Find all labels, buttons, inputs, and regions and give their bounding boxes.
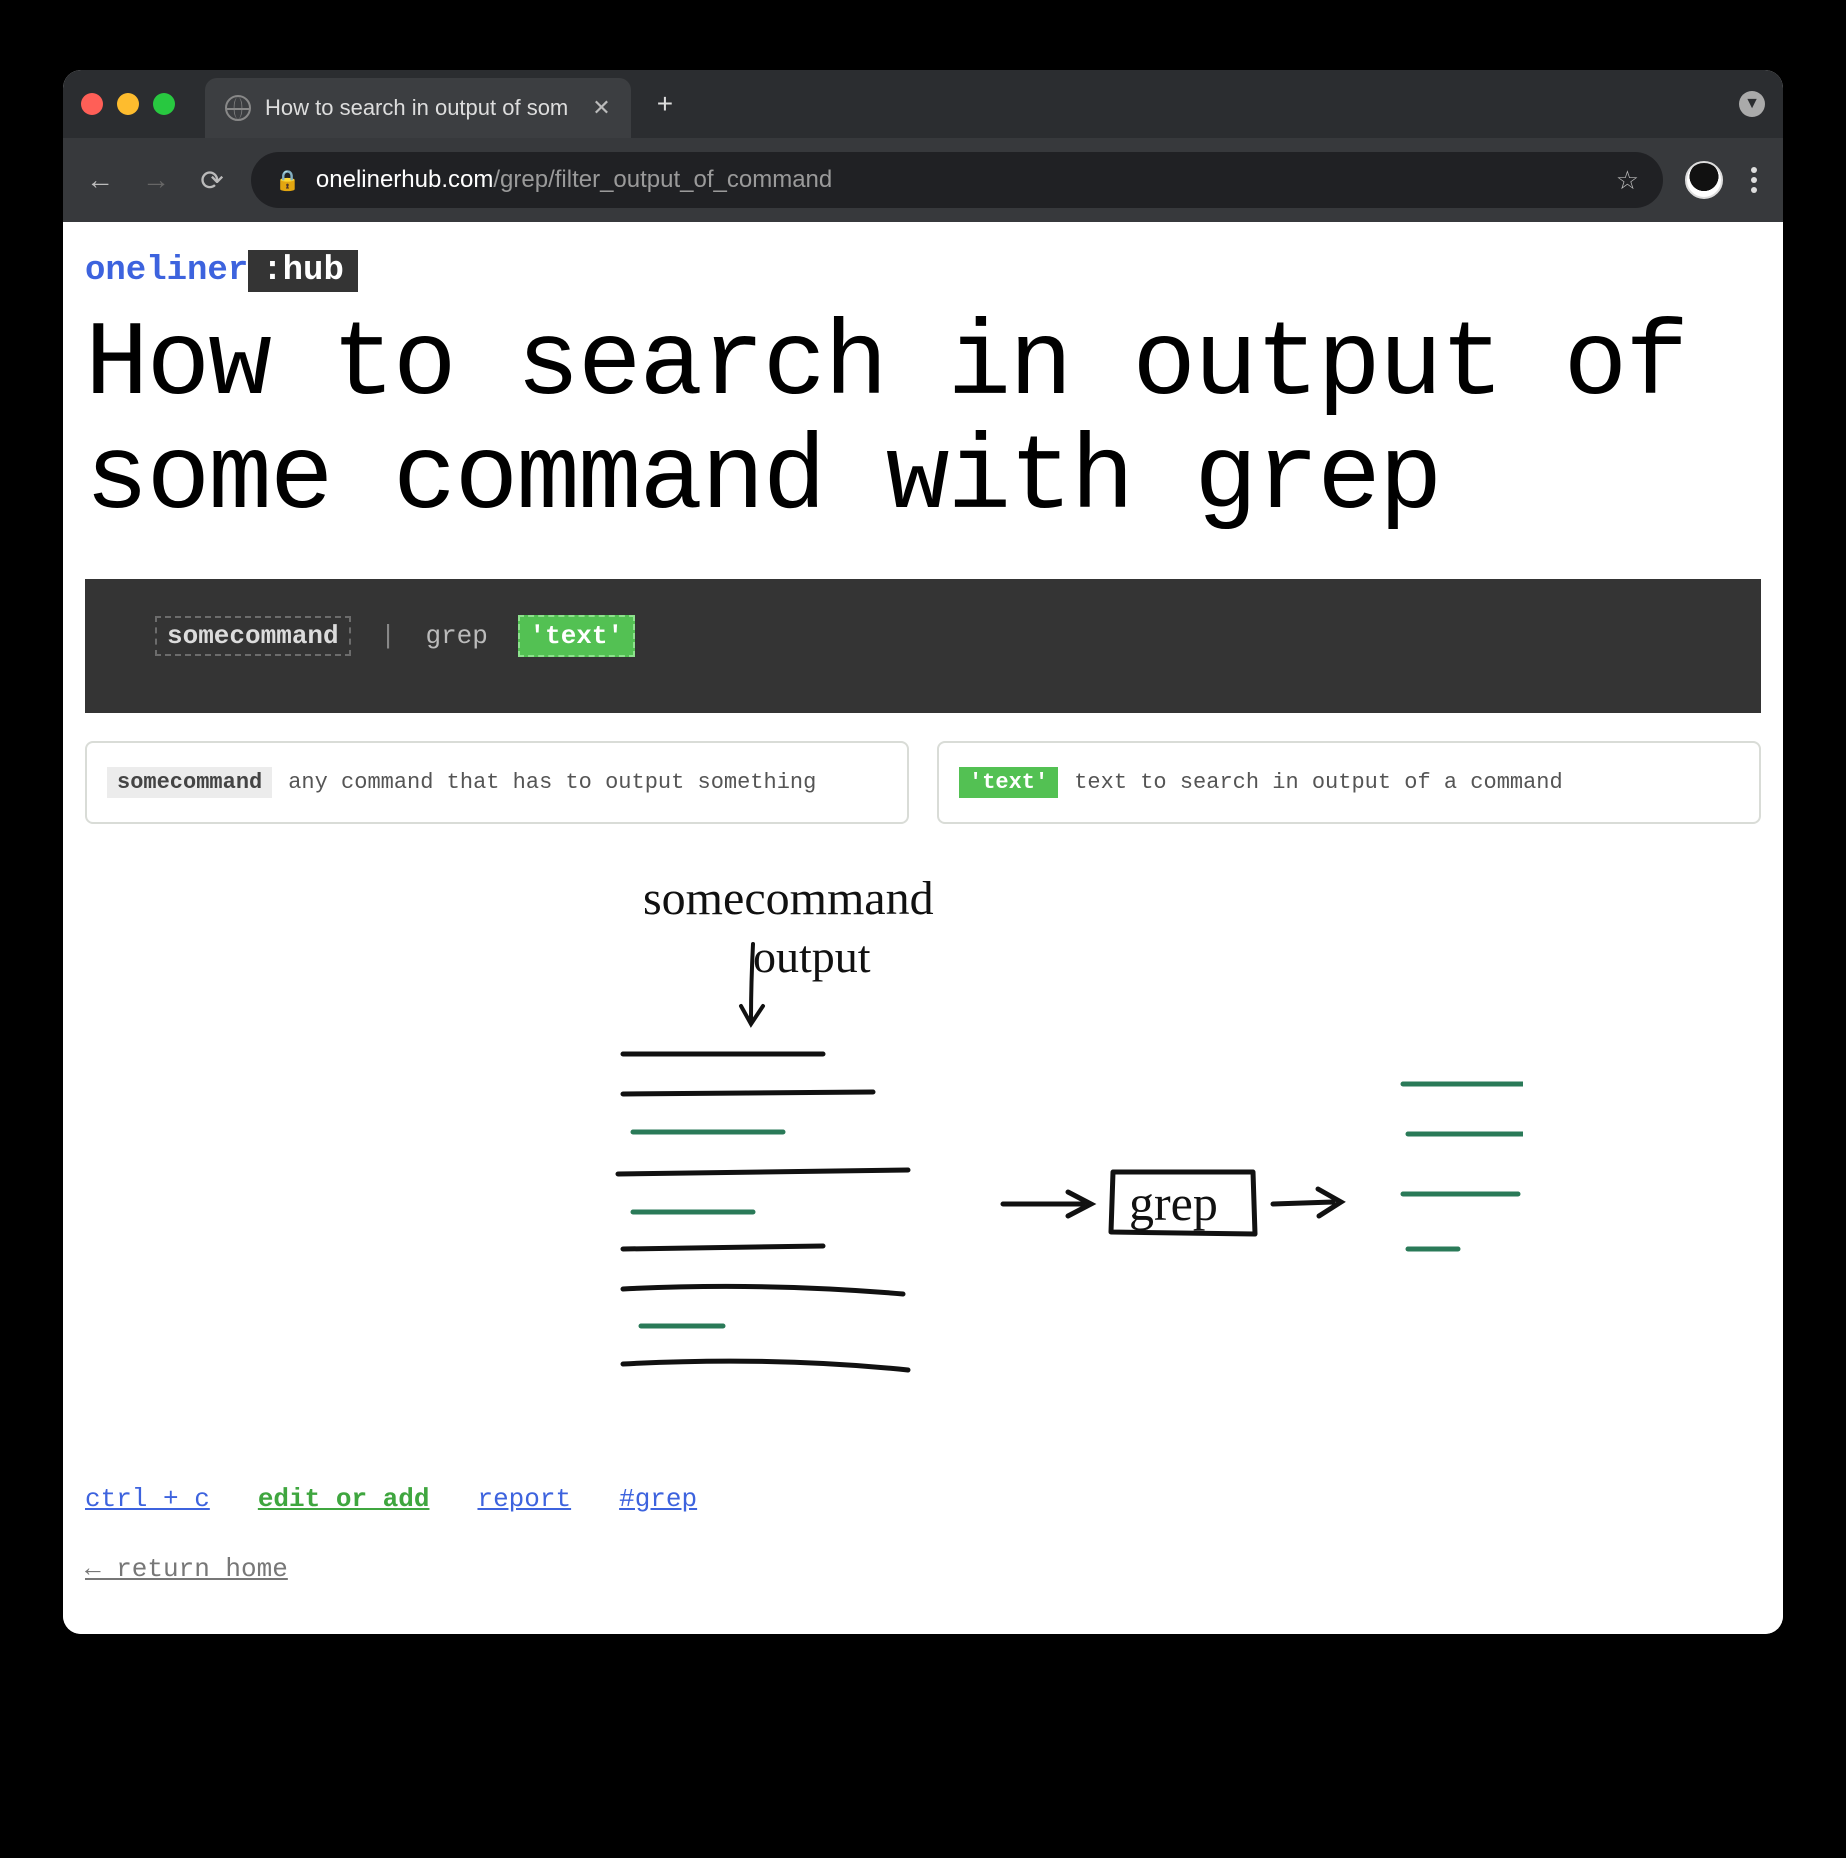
diagram-subtitle-text: output (753, 931, 871, 982)
page-title: How to search in output of some command … (85, 308, 1761, 537)
code-text-token[interactable]: 'text' (518, 615, 636, 657)
globe-icon (225, 95, 251, 121)
bookmark-star-icon[interactable]: ☆ (1616, 165, 1639, 196)
diagram-title-text: somecommand (643, 872, 934, 925)
copy-link[interactable]: ctrl + c (85, 1484, 210, 1514)
explanation-row: somecommand any command that has to outp… (85, 741, 1761, 824)
explanation-desc: text to search in output of a command (1074, 770, 1562, 795)
diagram-grep-text: grep (1129, 1175, 1218, 1231)
minimize-window-button[interactable] (117, 93, 139, 115)
tab-title: How to search in output of som (265, 95, 568, 121)
window-controls (81, 93, 175, 115)
profile-avatar[interactable] (1685, 161, 1723, 199)
address-bar: ← → ⟳ 🔒 onelinerhub.com/grep/filter_outp… (63, 138, 1783, 222)
new-tab-button[interactable]: + (657, 88, 673, 120)
reload-button[interactable]: ⟳ (195, 164, 229, 197)
url-path: /grep/filter_output_of_command (493, 166, 832, 193)
page-content: oneliner:hub How to search in output of … (63, 222, 1783, 1634)
back-button[interactable]: ← (83, 164, 117, 196)
logo-part-one: oneliner (85, 252, 248, 290)
tag-link[interactable]: #grep (619, 1484, 697, 1514)
diagram: somecommand output grep (85, 854, 1761, 1444)
code-block: somecommand | grep 'text' (85, 579, 1761, 713)
maximize-window-button[interactable] (153, 93, 175, 115)
close-window-button[interactable] (81, 93, 103, 115)
browser-tab[interactable]: How to search in output of som ✕ (205, 78, 631, 138)
explanation-chip: 'text' (959, 767, 1058, 798)
browser-menu-button[interactable] (1745, 167, 1763, 193)
lock-icon: 🔒 (275, 168, 300, 193)
browser-window: How to search in output of som ✕ + ▼ ← →… (63, 70, 1783, 1634)
report-link[interactable]: report (477, 1484, 571, 1514)
code-grep-token: grep (425, 621, 487, 651)
edit-link[interactable]: edit or add (258, 1484, 430, 1514)
action-links: ctrl + c edit or add report #grep (85, 1484, 1761, 1514)
forward-button[interactable]: → (139, 164, 173, 196)
explanation-card-text: 'text' text to search in output of a com… (937, 741, 1761, 824)
code-command-token[interactable]: somecommand (155, 616, 351, 656)
url-input[interactable]: 🔒 onelinerhub.com/grep/filter_output_of_… (251, 152, 1663, 208)
chevron-down-icon[interactable]: ▼ (1739, 91, 1765, 117)
return-home-link[interactable]: ← return home (85, 1554, 288, 1584)
explanation-desc: any command that has to output something (288, 770, 816, 795)
code-pipe-token: | (380, 621, 396, 651)
logo-part-hub: :hub (248, 250, 358, 292)
titlebar: How to search in output of som ✕ + ▼ (63, 70, 1783, 138)
url-domain: onelinerhub.com (316, 166, 493, 193)
close-tab-icon[interactable]: ✕ (592, 95, 610, 121)
explanation-card-command: somecommand any command that has to outp… (85, 741, 909, 824)
explanation-chip: somecommand (107, 767, 272, 798)
site-logo[interactable]: oneliner:hub (85, 252, 1761, 290)
